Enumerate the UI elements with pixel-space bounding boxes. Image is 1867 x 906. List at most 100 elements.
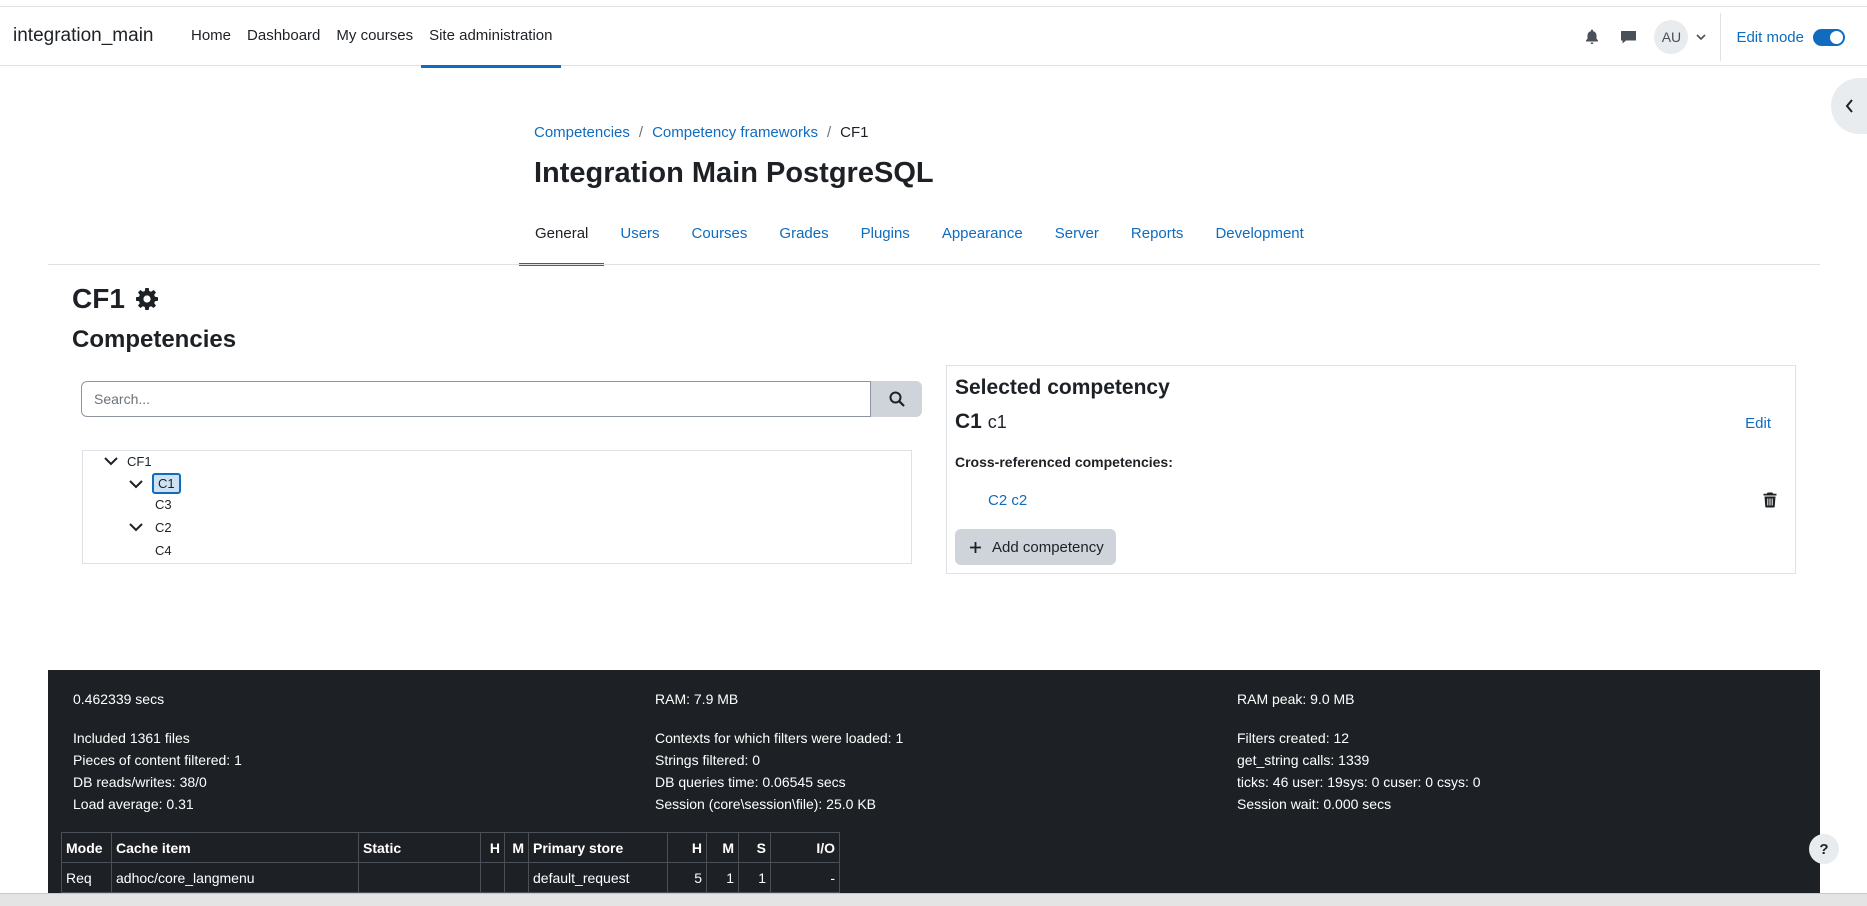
chevron-down-icon [1696, 33, 1707, 40]
tree-node-c1[interactable]: C1 [128, 473, 181, 494]
help-button[interactable]: ? [1809, 834, 1839, 864]
edit-mode-switch[interactable]: Edit mode [1736, 28, 1845, 46]
tab-reports[interactable]: Reports [1115, 212, 1200, 266]
column-header: Primary store [528, 832, 668, 863]
edit-mode-label: Edit mode [1736, 28, 1804, 46]
perf-info: RAM: 7.9 MB [655, 691, 739, 707]
cross-referenced-competency-link[interactable]: C2 c2 [988, 492, 1027, 509]
chevron-down-icon[interactable] [128, 476, 144, 492]
column-header: H [667, 832, 707, 863]
column-header: M [706, 832, 739, 863]
site-name-link[interactable]: integration_main [13, 25, 153, 47]
tab-plugins[interactable]: Plugins [845, 212, 926, 266]
breadcrumb-separator: / [638, 124, 644, 141]
perf-column-1: 0.462339 secs Included 1361 files Pieces… [73, 688, 242, 815]
perf-info: get_string calls: 1339 [1237, 752, 1370, 768]
tree-node-cf1[interactable]: CF1 [103, 453, 152, 469]
tree-node-c4[interactable]: C4 [155, 543, 172, 558]
column-header: S [738, 832, 771, 863]
perf-info: Strings filtered: 0 [655, 752, 761, 768]
table-cell: - [770, 862, 840, 893]
perf-info: RAM peak: 9.0 MB [1237, 691, 1355, 707]
tree-node-label: C2 [155, 519, 172, 535]
search-button[interactable] [871, 381, 922, 417]
tab-server[interactable]: Server [1039, 212, 1115, 266]
tab-appearance[interactable]: Appearance [926, 212, 1039, 266]
competency-idnumber: C1 [955, 410, 982, 433]
tab-users[interactable]: Users [604, 212, 675, 266]
gear-icon[interactable] [135, 287, 159, 311]
chevron-down-icon[interactable] [128, 519, 144, 535]
avatar[interactable]: AU [1654, 20, 1689, 54]
tree-node-label: C3 [155, 497, 172, 512]
plus-icon [970, 541, 981, 553]
column-header: Cache item [111, 832, 359, 863]
perf-info: Session (core\session\file): 25.0 KB [655, 796, 876, 812]
trash-icon[interactable] [1763, 492, 1777, 508]
top-navbar: integration_main Home Dashboard My cours… [0, 6, 1867, 68]
competency-shortname: c1 [987, 412, 1007, 432]
perf-info: DB queries time: 0.06545 secs [655, 774, 846, 790]
search-input[interactable] [81, 381, 872, 417]
messages-chat-icon[interactable] [1612, 21, 1644, 53]
framework-name: CF1 [72, 283, 125, 314]
add-competency-label: Add competency [992, 538, 1104, 556]
tab-courses[interactable]: Courses [676, 212, 764, 266]
table-cell: 1 [706, 862, 739, 893]
tree-node-label: C4 [155, 543, 172, 558]
tree-node-c2[interactable]: C2 [128, 519, 172, 535]
user-menu[interactable]: AU [1654, 20, 1720, 54]
page-title: Integration Main PostgreSQL [534, 157, 934, 189]
cache-table: Mode Cache item Static H M Primary store… [61, 832, 840, 893]
table-cell: 1 [738, 862, 771, 893]
nav-dashboard[interactable]: Dashboard [239, 7, 328, 67]
perf-info: Filters created: 12 [1237, 730, 1350, 746]
search-icon [889, 391, 905, 407]
perf-column-2: RAM: 7.9 MB Contexts for which filters w… [655, 688, 903, 815]
table-cell [480, 862, 505, 893]
column-header: M [504, 832, 529, 863]
tab-development[interactable]: Development [1199, 212, 1319, 266]
breadcrumb: Competencies / Competency frameworks / C… [534, 124, 868, 141]
selected-competency-name: C1 c1 [955, 410, 1007, 434]
table-row: Req adhoc/core_langmenu default_request … [61, 862, 840, 893]
nav-site-administration[interactable]: Site administration [421, 7, 561, 68]
table-cell: default_request [528, 862, 668, 893]
os-taskbar [0, 893, 1867, 906]
perf-info: DB reads/writes: 38/0 [73, 774, 207, 790]
table-cell: 5 [667, 862, 707, 893]
open-drawer-button[interactable] [1831, 78, 1867, 134]
column-header: H [480, 832, 505, 863]
nav-my-courses[interactable]: My courses [328, 7, 421, 67]
tree-node-c3[interactable]: C3 [155, 497, 172, 512]
tab-grades[interactable]: Grades [763, 212, 844, 266]
edit-mode-toggle[interactable] [1813, 28, 1845, 46]
chevron-down-icon[interactable] [103, 453, 119, 469]
column-header: Static [358, 832, 481, 863]
perf-info: Included 1361 files [73, 730, 190, 746]
tree-node-label: CF1 [127, 453, 152, 469]
nav-home[interactable]: Home [183, 7, 239, 67]
selected-competency-title: Selected competency [955, 376, 1170, 399]
tab-general[interactable]: General [519, 212, 605, 266]
column-header: I/O [770, 832, 840, 863]
cross-referenced-label: Cross-referenced competencies: [955, 454, 1173, 470]
perf-info: Pieces of content filtered: 1 [73, 752, 242, 768]
notifications-bell-icon[interactable] [1576, 21, 1608, 53]
breadcrumb-current: CF1 [840, 124, 869, 141]
add-competency-button[interactable]: Add competency [955, 529, 1116, 565]
breadcrumb-competencies[interactable]: Competencies [534, 124, 630, 141]
chevron-left-icon [1845, 99, 1853, 113]
breadcrumb-competency-frameworks[interactable]: Competency frameworks [652, 124, 818, 141]
search-bar [81, 381, 922, 417]
perf-info: 0.462339 secs [73, 691, 165, 707]
table-header-row: Mode Cache item Static H M Primary store… [61, 832, 840, 863]
perf-column-3: RAM peak: 9.0 MB Filters created: 12 get… [1237, 688, 1481, 815]
secondary-navigation: General Users Courses Grades Plugins App… [519, 212, 1320, 266]
table-cell [504, 862, 529, 893]
competency-tree: CF1 C1 C3 C2 C4 [82, 450, 912, 564]
divider [1720, 13, 1722, 61]
edit-link[interactable]: Edit [1745, 415, 1771, 432]
performance-footer: 0.462339 secs Included 1361 files Pieces… [48, 670, 1820, 906]
framework-title: CF1 [72, 283, 159, 315]
